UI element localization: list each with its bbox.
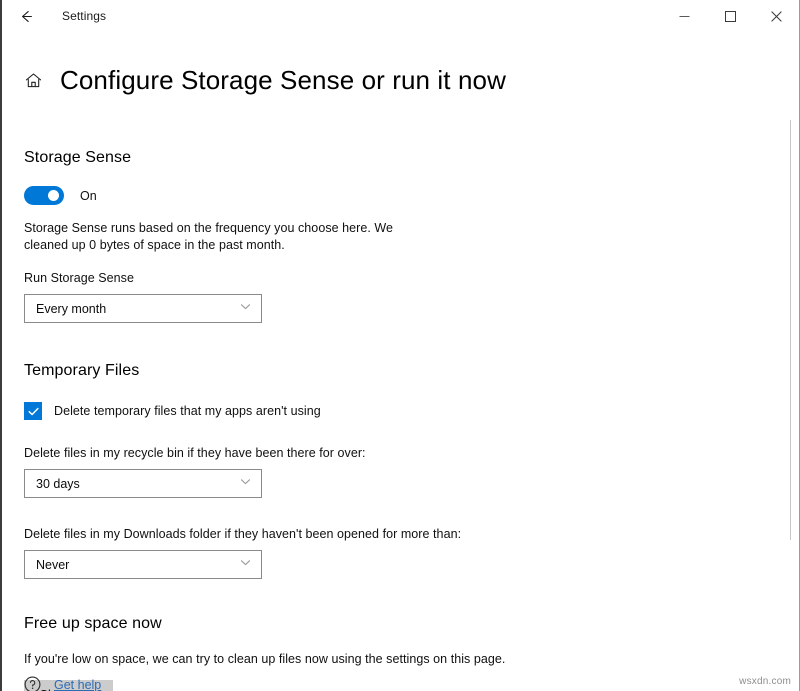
free-up-space-section-title: Free up space now: [24, 615, 769, 633]
minimize-button[interactable]: [661, 0, 707, 32]
maximize-button[interactable]: [707, 0, 753, 32]
vertical-scrollbar[interactable]: [790, 120, 791, 540]
back-button[interactable]: [6, 0, 46, 32]
window-caption-buttons: [661, 0, 799, 32]
home-icon[interactable]: [22, 70, 44, 92]
close-icon: [771, 11, 782, 22]
recycle-bin-retention-value: 30 days: [36, 477, 80, 491]
app-title: Settings: [62, 9, 106, 23]
storage-sense-description-line-2: cleaned up 0 bytes of space in the past …: [24, 237, 424, 254]
storage-sense-section-title: Storage Sense: [24, 149, 769, 167]
downloads-retention-value: Never: [36, 558, 69, 572]
storage-sense-toggle-row: On: [24, 186, 769, 205]
get-help-label: Get help: [54, 678, 101, 691]
close-button[interactable]: [753, 0, 799, 32]
run-storage-sense-value: Every month: [36, 302, 106, 316]
page-title: Configure Storage Sense or run it now: [60, 66, 506, 95]
settings-content: Storage Sense On Storage Sense runs base…: [2, 149, 799, 691]
storage-sense-description-line-1: Storage Sense runs based on the frequenc…: [24, 220, 424, 237]
downloads-retention-dropdown[interactable]: Never: [24, 550, 262, 579]
storage-sense-description: Storage Sense runs based on the frequenc…: [24, 220, 424, 254]
downloads-retention-label: Delete files in my Downloads folder if t…: [24, 527, 769, 541]
chevron-down-icon: [239, 300, 252, 318]
maximize-icon: [725, 11, 736, 22]
title-bar: Settings: [2, 0, 799, 32]
chevron-down-icon: [239, 556, 252, 574]
minimize-icon: [679, 11, 690, 22]
settings-window: Settings: [0, 0, 800, 691]
delete-temp-files-row: Delete temporary files that my apps aren…: [24, 402, 769, 420]
toggle-knob: [48, 190, 59, 201]
delete-temp-files-checkbox[interactable]: [24, 402, 42, 420]
watermark: wsxdn.com: [739, 676, 791, 687]
get-help-link[interactable]: Get help: [24, 676, 101, 691]
temporary-files-section-title: Temporary Files: [24, 362, 769, 380]
storage-sense-toggle[interactable]: [24, 186, 64, 205]
run-storage-sense-label: Run Storage Sense: [24, 271, 769, 285]
help-question-icon: [24, 676, 41, 691]
delete-temp-files-label: Delete temporary files that my apps aren…: [54, 404, 321, 418]
free-up-space-description: If you're low on space, we can try to cl…: [24, 651, 769, 668]
storage-sense-toggle-state: On: [80, 189, 97, 203]
page-header: Configure Storage Sense or run it now: [2, 49, 799, 112]
chevron-down-icon: [239, 475, 252, 493]
back-arrow-icon: [18, 8, 35, 25]
recycle-bin-retention-dropdown[interactable]: 30 days: [24, 469, 262, 498]
run-storage-sense-dropdown[interactable]: Every month: [24, 294, 262, 323]
recycle-bin-retention-label: Delete files in my recycle bin if they h…: [24, 446, 769, 460]
